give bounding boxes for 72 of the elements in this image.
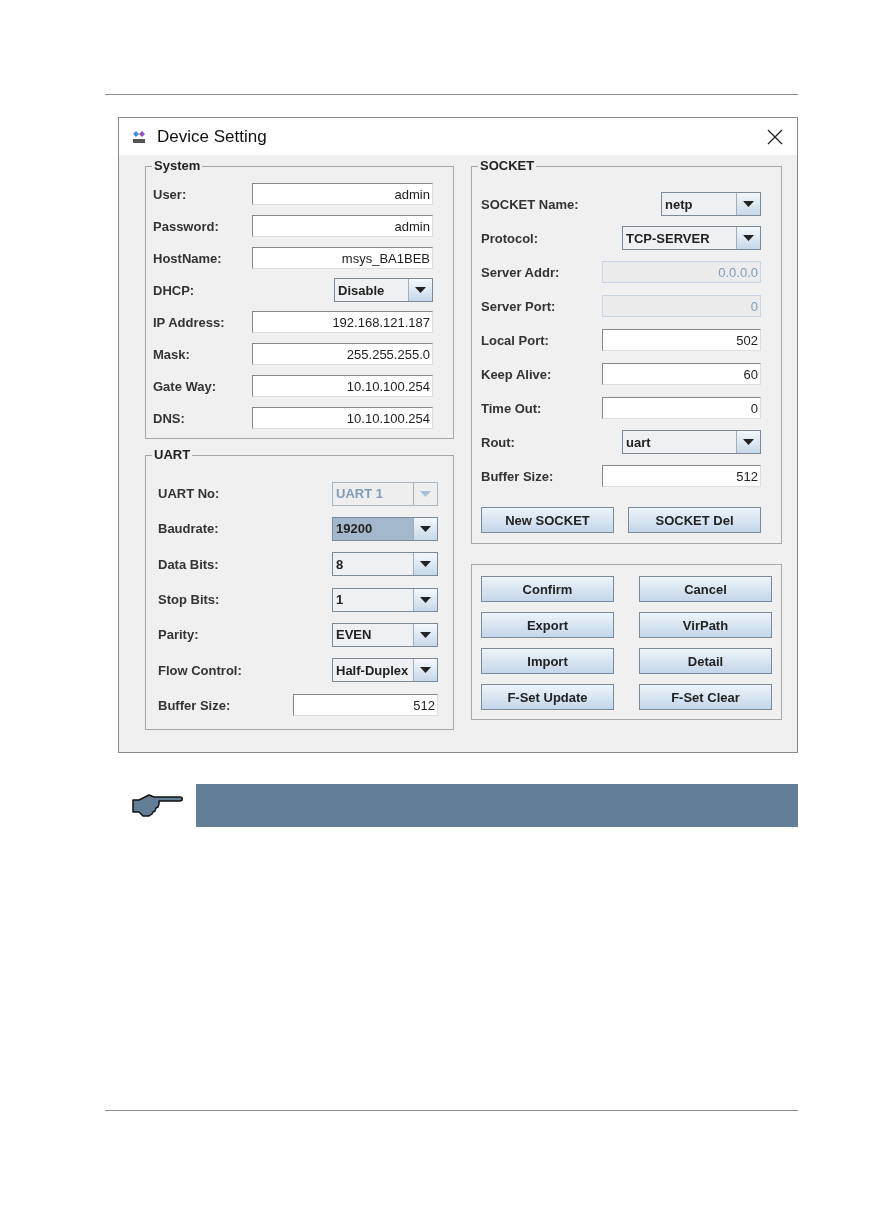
action-button[interactable]: VirPath [639,612,772,638]
field-label: Keep Alive: [481,366,553,382]
dropdown[interactable]: Half-Duplex [332,658,438,683]
dropdown[interactable]: netp [661,192,761,216]
pointing-hand-icon [132,791,184,820]
caret-icon [415,287,426,293]
caret-icon [420,667,431,674]
field-label: Rout: [481,434,516,450]
field-label: UART No: [158,486,221,502]
caret-icon [420,631,431,638]
field-label: DNS: [153,410,186,426]
caret-icon [420,525,431,532]
caret-icon [420,561,431,568]
field-label: Server Port: [481,298,557,314]
caret-icon [743,201,754,207]
input-field[interactable]: 512 [602,465,761,487]
field-label: Baudrate: [158,521,220,537]
action-button[interactable]: Cancel [639,576,772,602]
caret-icon [743,439,754,445]
group-title: System [152,158,203,173]
input-field[interactable]: 0 [602,397,761,419]
dropdown[interactable]: EVEN [332,622,438,647]
field-label: SOCKET Name: [481,196,580,212]
action-button[interactable]: F-Set Clear [639,684,772,710]
field-label: Stop Bits: [158,592,221,608]
dropdown[interactable]: 19200 [332,516,438,541]
field-label: IP Address: [153,314,226,330]
dropdown[interactable]: uart [622,430,761,454]
close-icon[interactable] [767,128,783,145]
caret-icon [420,490,431,497]
input-field[interactable]: 60 [602,363,761,385]
field-label: Data Bits: [158,556,220,572]
caret-icon [743,235,754,241]
field-label: Local Port: [481,332,550,348]
input-field[interactable]: admin [252,183,433,205]
input-field[interactable]: admin [252,215,433,237]
action-button[interactable]: F-Set Update [481,684,614,710]
action-button[interactable]: Import [481,648,614,674]
dropdown[interactable]: TCP-SERVER [622,226,761,250]
input-field[interactable]: 10.10.100.254 [252,375,433,397]
field-label: Flow Control: [158,662,243,678]
action-button[interactable]: Detail [639,648,772,674]
input-field[interactable]: 502 [602,329,761,351]
field-label: HostName: [153,250,223,266]
input-field[interactable]: 255.255.255.0 [252,343,433,365]
window-title: Device Setting [157,126,268,147]
input-field[interactable]: 192.168.121.187 [252,311,433,333]
field-label: Server Addr: [481,264,561,280]
field-label: Time Out: [481,400,543,416]
group-title: SOCKET [478,158,537,173]
action-button[interactable]: Export [481,612,614,638]
input-field[interactable]: 10.10.100.254 [252,407,433,429]
app-icon [131,128,147,145]
input-field[interactable]: 512 [293,694,438,717]
field-label: Password: [153,218,220,234]
field-label: Parity: [158,627,200,643]
field-label: Gate Way: [153,378,218,394]
group-title: UART [152,447,193,462]
socket-button[interactable]: New SOCKET [481,507,614,533]
field-label: Buffer Size: [481,468,555,484]
field-label: User: [153,186,188,202]
dropdown[interactable]: Disable [334,278,433,302]
field-label: Mask: [153,346,191,362]
field-label: Protocol: [481,230,540,246]
caret-icon [420,596,431,603]
action-button[interactable]: Confirm [481,576,614,602]
socket-button[interactable]: SOCKET Del [628,507,761,533]
field-label: Buffer Size: [158,697,232,713]
field-label: DHCP: [153,282,196,298]
dropdown[interactable]: 8 [332,552,438,577]
input-field[interactable]: msys_BA1BEB [252,247,433,269]
dropdown[interactable]: 1 [332,587,438,612]
